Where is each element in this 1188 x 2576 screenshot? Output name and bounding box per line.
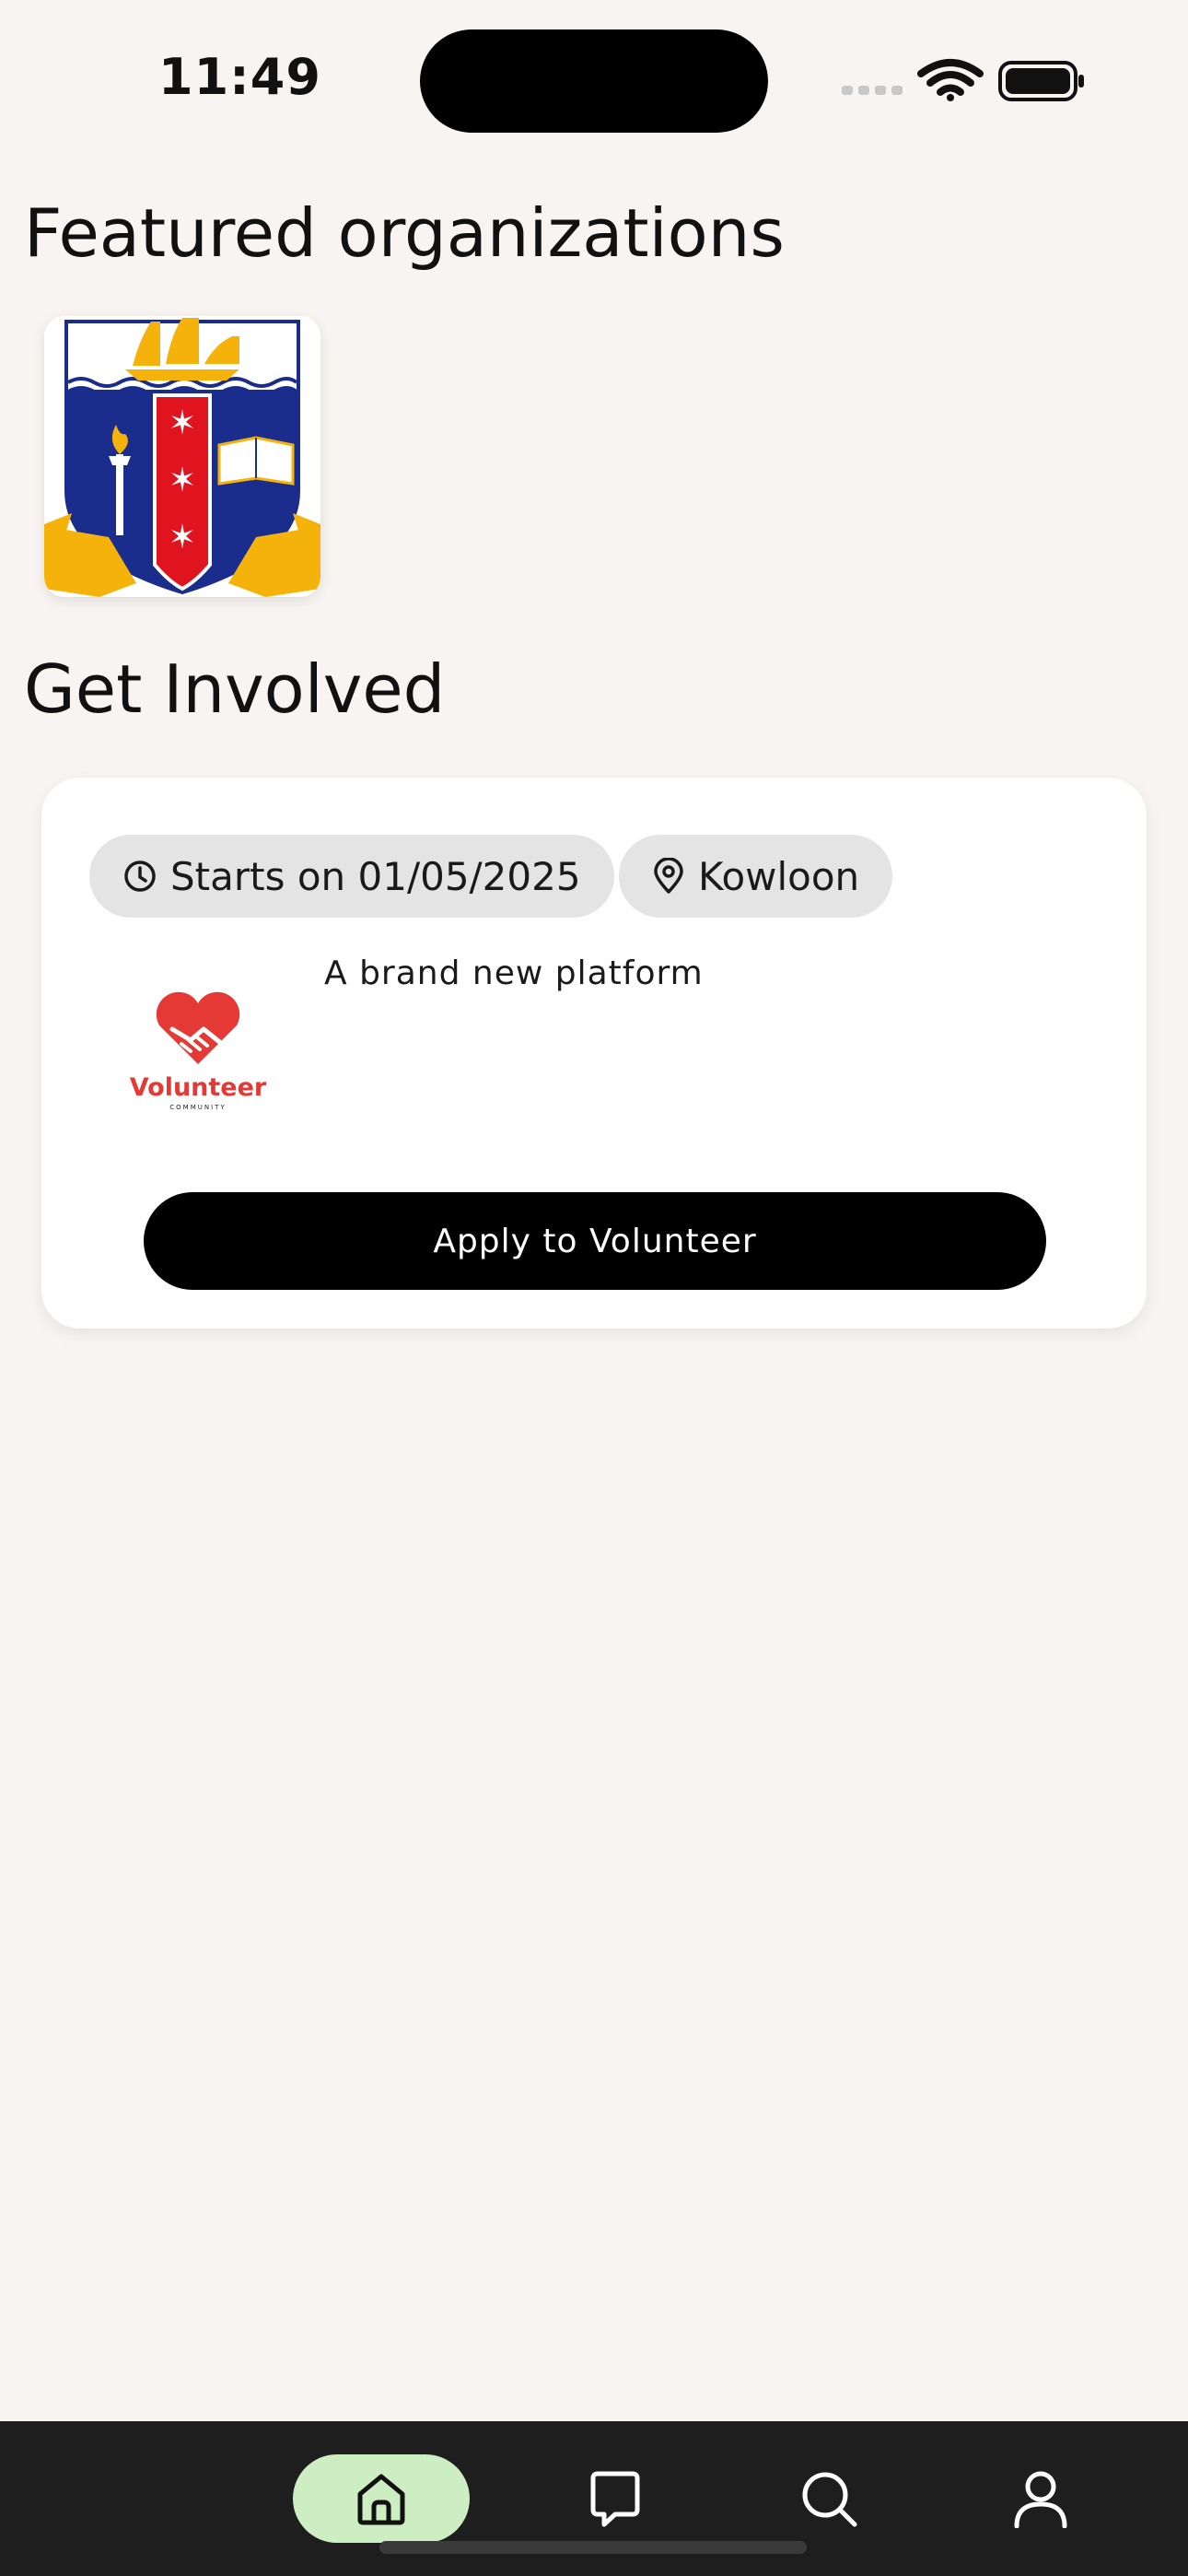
opportunity-card[interactable]: Starts on 01/05/2025 Kowloon Volunteer C… (41, 778, 1147, 1329)
wifi-icon (917, 59, 984, 101)
battery-icon (998, 61, 1084, 101)
opportunity-description: A brand new platform (324, 954, 704, 992)
featured-org-card[interactable]: ✶ ✶ ✶ (44, 316, 320, 597)
svg-text:✶: ✶ (169, 462, 196, 499)
location-label: Kowloon (698, 853, 860, 899)
home-icon (357, 2474, 405, 2525)
svg-text:✶: ✶ (169, 404, 196, 442)
home-indicator[interactable] (379, 2541, 807, 2554)
logo-subtext: COMMUNITY (169, 1104, 226, 1111)
location-chip: Kowloon (619, 835, 893, 918)
status-icons (842, 53, 1090, 109)
chat-icon (590, 2471, 640, 2527)
apply-to-volunteer-button[interactable]: Apply to Volunteer (144, 1192, 1046, 1290)
heart-handshake-icon (156, 991, 240, 1064)
start-date-label: Starts on 01/05/2025 (170, 853, 581, 899)
school-crest-logo: ✶ ✶ ✶ (44, 316, 320, 597)
nav-profile[interactable] (996, 2454, 1085, 2543)
status-time: 11:49 (158, 48, 321, 106)
home-screen: 11:49 Featured organizations ✶ ✶ ✶ Get I… (0, 0, 1188, 2576)
dynamic-island (420, 29, 768, 133)
volunteer-community-logo: Volunteer COMMUNITY (115, 976, 281, 1123)
search-icon (802, 2472, 857, 2527)
profile-icon (1014, 2471, 1067, 2528)
get-involved-title: Get Involved (24, 650, 446, 728)
nav-home[interactable] (293, 2454, 470, 2543)
nav-search[interactable] (785, 2454, 873, 2543)
clock-icon (124, 861, 156, 892)
featured-organizations-title: Featured organizations (24, 194, 785, 272)
nav-chat[interactable] (571, 2454, 659, 2543)
location-pin-icon (654, 858, 683, 894)
cellular-icon (842, 86, 903, 95)
start-date-chip: Starts on 01/05/2025 (89, 835, 614, 918)
logo-text: Volunteer (130, 1073, 267, 1102)
svg-text:✶: ✶ (169, 519, 196, 556)
